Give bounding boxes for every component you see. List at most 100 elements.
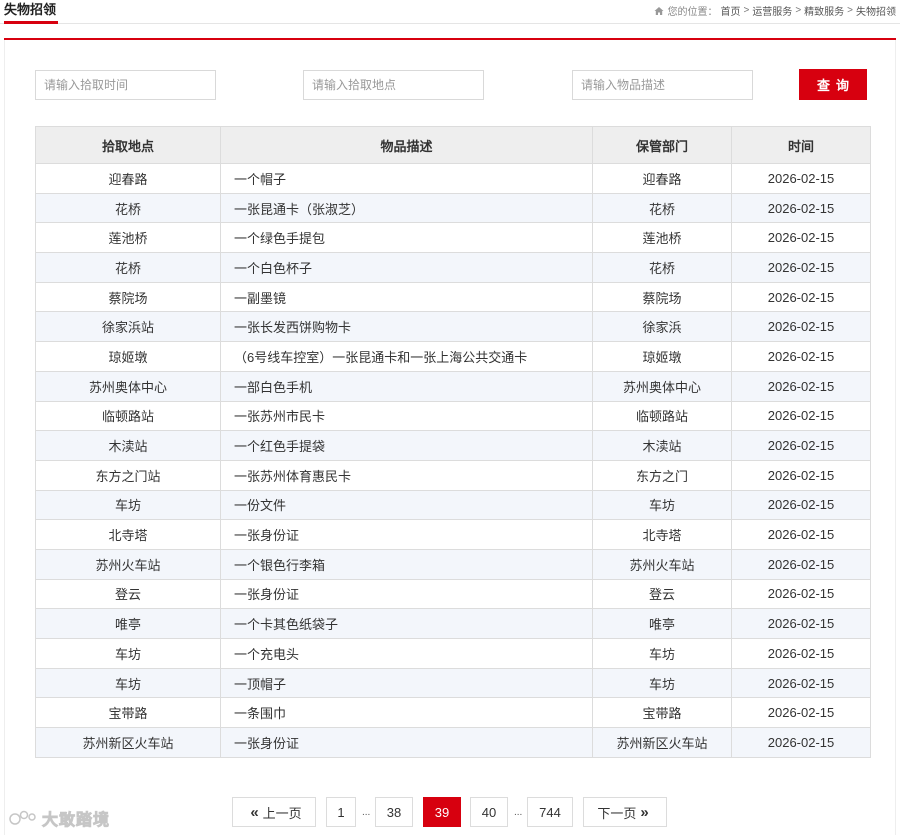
breadcrumb-item-services[interactable]: 精致服务 xyxy=(804,3,844,18)
cell-description: 一个白色杯子 xyxy=(220,252,593,283)
search-button[interactable]: 查询 xyxy=(799,69,867,100)
watermark: 大敢踏境 xyxy=(8,806,110,830)
cell-location: 迎春路 xyxy=(35,163,221,194)
page-header: 失物招领 您的位置： 首页 > 运营服务 > 精致服务 > 失物招领 xyxy=(0,0,900,24)
cell-time: 2026-02-15 xyxy=(731,400,871,432)
table-row: 宝带路 一条围巾 宝带路 2026-02-15 xyxy=(35,697,871,729)
prev-page-label: 上一页 xyxy=(262,805,302,821)
cell-department: 木渎站 xyxy=(592,430,732,461)
cell-location: 车坊 xyxy=(35,667,221,699)
pickup-location-input[interactable] xyxy=(303,70,484,100)
cell-time: 2026-02-15 xyxy=(731,222,871,254)
breadcrumb-separator: > xyxy=(743,5,750,16)
cell-time: 2026-02-15 xyxy=(731,341,871,372)
cell-location: 唯亭 xyxy=(35,608,221,639)
cell-time: 2026-02-15 xyxy=(731,697,871,729)
cell-description: 一条围巾 xyxy=(220,697,593,729)
page-button-prev-number[interactable]: 38 xyxy=(375,797,413,827)
table-row: 车坊 一顶帽子 车坊 2026-02-15 xyxy=(35,667,871,699)
breadcrumb-item-operations[interactable]: 运营服务 xyxy=(752,3,792,18)
cell-description: 一个卡其色纸袋子 xyxy=(220,608,593,639)
breadcrumb-separator: > xyxy=(847,5,853,16)
cell-time: 2026-02-15 xyxy=(731,281,871,313)
cell-location: 北寺塔 xyxy=(35,519,221,550)
table-row: 莲池桥 一个绿色手提包 莲池桥 2026-02-15 xyxy=(35,222,871,254)
table-row: 花桥 一张昆通卡（张淑芝） 花桥 2026-02-15 xyxy=(35,192,871,224)
cell-department: 徐家浜 xyxy=(592,311,732,343)
cell-location: 东方之门站 xyxy=(35,459,221,491)
page-button-next-number[interactable]: 40 xyxy=(470,797,508,827)
watermark-logo-icon xyxy=(9,810,36,825)
cell-department: 苏州火车站 xyxy=(592,548,732,580)
page-button-current[interactable]: 39 xyxy=(423,797,461,827)
breadcrumb: 您的位置： 首页 > 运营服务 > 精致服务 > 失物招领 xyxy=(654,3,896,18)
watermark-text: 大敢踏境 xyxy=(42,812,111,830)
cell-location: 徐家浜站 xyxy=(35,311,221,343)
cell-description: 一个银色行李箱 xyxy=(220,548,593,580)
cell-location: 花桥 xyxy=(35,192,221,224)
item-description-input[interactable] xyxy=(572,70,753,100)
table-row: 木渎站 一个红色手提袋 木渎站 2026-02-15 xyxy=(35,430,871,461)
page-button-last[interactable]: 744 xyxy=(527,797,573,827)
cell-location: 琼姬墩 xyxy=(35,341,221,372)
cell-department: 临顿路站 xyxy=(592,400,732,432)
table-row: 徐家浜站 一张长发西饼购物卡 徐家浜 2026-02-15 xyxy=(35,311,871,343)
table-row: 琼姬墩 （6号线车控室）一张昆通卡和一张上海公共交通卡 琼姬墩 2026-02-15 xyxy=(35,341,871,372)
lost-found-table: 拾取地点 物品描述 保管部门 时间 迎春路 一个帽子 迎春路 2026-02-15 花桥… xyxy=(35,126,871,758)
table-row: 车坊 一份文件 车坊 2026-02-15 xyxy=(35,489,871,521)
breadcrumb-item-home[interactable]: 首页 xyxy=(720,3,740,18)
cell-time: 2026-02-15 xyxy=(731,519,871,550)
cell-location: 车坊 xyxy=(35,489,221,521)
cell-time: 2026-02-15 xyxy=(731,638,871,669)
cell-description: 一张苏州体育惠民卡 xyxy=(220,459,593,491)
cell-department: 迎春路 xyxy=(592,163,732,194)
cell-time: 2026-02-15 xyxy=(731,252,871,283)
double-chevron-left-icon: « xyxy=(250,803,259,821)
page-button-first[interactable]: 1 xyxy=(326,797,356,827)
table-header-row: 拾取地点 物品描述 保管部门 时间 xyxy=(35,126,871,164)
cell-department: 车坊 xyxy=(592,638,732,669)
cell-time: 2026-02-15 xyxy=(731,608,871,639)
prev-page-button[interactable]: « 上一页 xyxy=(232,797,316,827)
cell-department: 车坊 xyxy=(592,489,732,521)
next-page-label: 下一页 xyxy=(597,805,637,821)
table-row: 苏州火车站 一个银色行李箱 苏州火车站 2026-02-15 xyxy=(35,548,871,580)
pickup-time-input[interactable] xyxy=(35,70,216,100)
cell-department: 苏州奥体中心 xyxy=(592,370,732,402)
pagination-ellipsis: ... xyxy=(362,807,371,818)
cell-description: 一个红色手提袋 xyxy=(220,430,593,461)
cell-time: 2026-02-15 xyxy=(731,548,871,580)
table-row: 唯亭 一个卡其色纸袋子 唯亭 2026-02-15 xyxy=(35,608,871,639)
table-row: 登云 一张身份证 登云 2026-02-15 xyxy=(35,578,871,610)
cell-description: 一张苏州市民卡 xyxy=(220,400,593,432)
cell-location: 花桥 xyxy=(35,252,221,283)
cell-time: 2026-02-15 xyxy=(731,578,871,610)
next-page-button[interactable]: 下一页 » xyxy=(583,797,667,827)
cell-time: 2026-02-15 xyxy=(731,489,871,521)
cell-description: 一份文件 xyxy=(220,489,593,521)
cell-time: 2026-02-15 xyxy=(731,667,871,699)
cell-department: 车坊 xyxy=(592,667,732,699)
cell-location: 苏州新区火车站 xyxy=(35,727,221,758)
cell-time: 2026-02-15 xyxy=(731,311,871,343)
page-title: 失物招领 xyxy=(4,0,59,24)
breadcrumb-item-lost-found[interactable]: 失物招领 xyxy=(856,3,896,18)
pagination: « 上一页 1 ... 38 39 40 ... 744 下一页 » xyxy=(0,797,900,827)
table-row: 东方之门站 一张苏州体育惠民卡 东方之门 2026-02-15 xyxy=(35,459,871,491)
cell-time: 2026-02-15 xyxy=(731,459,871,491)
cell-location: 蔡院场 xyxy=(35,281,221,313)
cell-department: 登云 xyxy=(592,578,732,610)
cell-description: 一副墨镜 xyxy=(220,281,593,313)
table-row: 苏州奥体中心 一部白色手机 苏州奥体中心 2026-02-15 xyxy=(35,370,871,402)
cell-department: 北寺塔 xyxy=(592,519,732,550)
cell-description: （6号线车控室）一张昆通卡和一张上海公共交通卡 xyxy=(220,341,593,372)
cell-description: 一张长发西饼购物卡 xyxy=(220,311,593,343)
column-header-location: 拾取地点 xyxy=(35,126,221,164)
cell-location: 车坊 xyxy=(35,638,221,669)
cell-description: 一个充电头 xyxy=(220,638,593,669)
cell-description: 一个绿色手提包 xyxy=(220,222,593,254)
cell-description: 一顶帽子 xyxy=(220,667,593,699)
table-row: 车坊 一个充电头 车坊 2026-02-15 xyxy=(35,638,871,669)
cell-time: 2026-02-15 xyxy=(731,727,871,758)
cell-time: 2026-02-15 xyxy=(731,192,871,224)
